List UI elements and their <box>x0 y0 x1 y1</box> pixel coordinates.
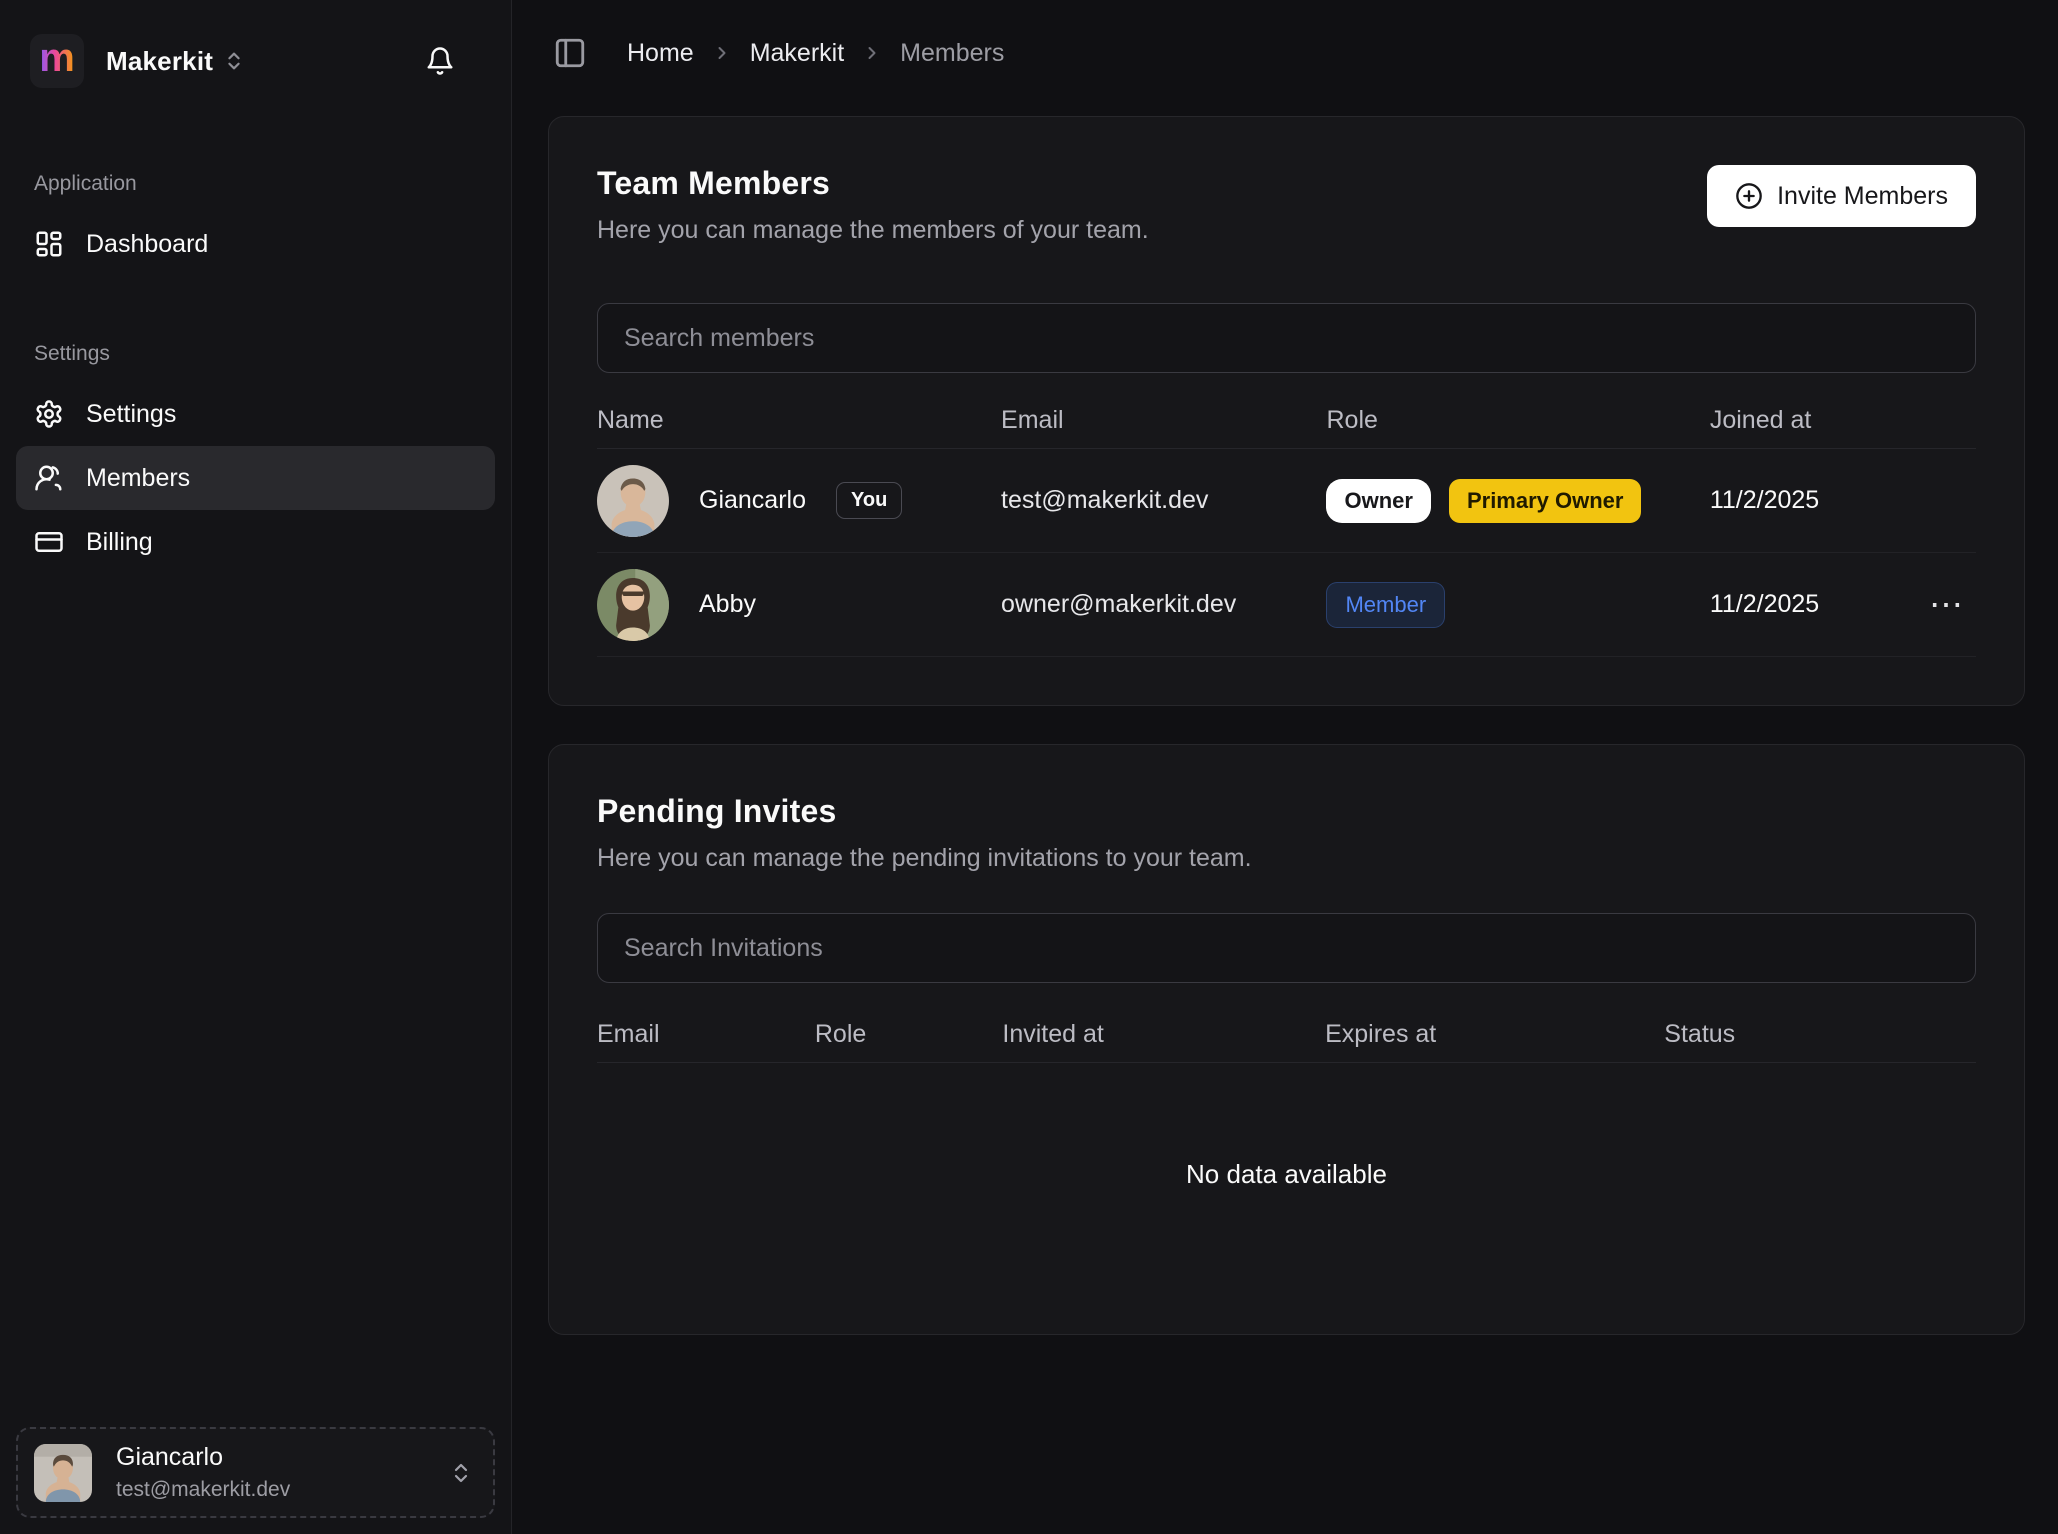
column-header-invited: Invited at <box>1002 1020 1325 1049</box>
member-name: Abby <box>699 590 756 619</box>
sidebar-item-billing[interactable]: Billing <box>16 510 495 574</box>
sidebar-item-label: Dashboard <box>86 230 208 259</box>
joined-date: 11/2/2025 <box>1710 486 1911 515</box>
role-badge-primary-owner: Primary Owner <box>1449 479 1642 523</box>
workspace-selector-icon[interactable] <box>223 50 245 72</box>
sidebar-nav: Application Dashboard Settings Settings <box>0 172 511 574</box>
card-description: Here you can manage the pending invitati… <box>597 844 1252 873</box>
chevron-right-icon <box>712 43 732 63</box>
user-name: Giancarlo <box>116 1443 290 1472</box>
breadcrumb-makerkit[interactable]: Makerkit <box>750 39 844 68</box>
invites-table-header: Email Role Invited at Expires at Status <box>597 1007 1976 1063</box>
sidebar-item-label: Members <box>86 464 190 493</box>
sidebar-item-dashboard[interactable]: Dashboard <box>16 212 495 276</box>
sidebar-item-settings[interactable]: Settings <box>16 382 495 446</box>
column-header-email: Email <box>1001 406 1326 435</box>
column-header-name: Name <box>597 406 1001 435</box>
invite-members-button[interactable]: Invite Members <box>1707 165 1976 227</box>
notifications-bell-icon[interactable] <box>425 46 455 76</box>
users-icon <box>34 463 64 493</box>
breadcrumb-home[interactable]: Home <box>627 39 694 68</box>
sidebar-toggle-icon[interactable] <box>553 36 587 70</box>
search-invitations-input[interactable] <box>597 913 1976 983</box>
member-name: Giancarlo <box>699 486 806 515</box>
section-label: Application <box>34 172 495 196</box>
role-badge-owner: Owner <box>1326 479 1430 523</box>
nav-section-settings: Settings Settings Members <box>16 342 495 574</box>
joined-date: 11/2/2025 <box>1710 590 1911 619</box>
row-actions-menu-button[interactable]: ⋯ <box>1919 582 1976 628</box>
section-label: Settings <box>34 342 495 366</box>
dashboard-icon <box>34 229 64 259</box>
main-content: Home Makerkit Members Team Members Here … <box>512 0 2058 1534</box>
page-title: Team Members <box>597 165 1149 202</box>
section-title: Pending Invites <box>597 793 1252 830</box>
column-header-joined: Joined at <box>1710 406 1911 435</box>
members-table: Name Email Role Joined at Giancarlo You … <box>597 393 1976 657</box>
sidebar-item-members[interactable]: Members <box>16 446 495 510</box>
sidebar-item-label: Settings <box>86 400 176 429</box>
column-header-email: Email <box>597 1020 815 1049</box>
chevron-right-icon <box>862 43 882 63</box>
nav-section-application: Application Dashboard <box>16 172 495 276</box>
pending-invites-card: Pending Invites Here you can manage the … <box>548 744 2025 1335</box>
column-header-expires: Expires at <box>1325 1020 1664 1049</box>
member-email: owner@makerkit.dev <box>1001 590 1326 619</box>
sidebar-item-label: Billing <box>86 528 153 557</box>
sidebar-header: m Makerkit <box>0 0 511 88</box>
table-row: Giancarlo You test@makerkit.dev Owner Pr… <box>597 449 1976 553</box>
user-menu[interactable]: Giancarlo test@makerkit.dev <box>16 1427 495 1518</box>
card-description: Here you can manage the members of your … <box>597 216 1149 245</box>
sidebar: m Makerkit Application Dashboard <box>0 0 512 1534</box>
avatar <box>597 569 669 641</box>
gear-icon <box>34 399 64 429</box>
role-badge-member: Member <box>1326 582 1445 628</box>
circle-plus-icon <box>1735 182 1763 210</box>
team-members-card: Team Members Here you can manage the mem… <box>548 116 2025 706</box>
logo-letter: m <box>39 38 75 78</box>
members-table-header: Name Email Role Joined at <box>597 393 1976 449</box>
column-header-status: Status <box>1664 1020 1976 1049</box>
avatar <box>597 465 669 537</box>
breadcrumb: Home Makerkit Members <box>548 36 2025 70</box>
makerkit-logo[interactable]: m <box>30 34 84 88</box>
you-badge: You <box>836 482 902 519</box>
member-email: test@makerkit.dev <box>1001 486 1326 515</box>
chevrons-up-down-icon <box>449 1461 473 1485</box>
invites-table: Email Role Invited at Expires at Status … <box>597 1007 1976 1286</box>
user-email: test@makerkit.dev <box>116 1478 290 1502</box>
search-members-input[interactable] <box>597 303 1976 373</box>
breadcrumb-members: Members <box>900 39 1004 68</box>
column-header-role: Role <box>1326 406 1709 435</box>
app-window: m Makerkit Application Dashboard <box>0 0 2058 1534</box>
workspace-name: Makerkit <box>106 46 213 77</box>
credit-card-icon <box>34 527 64 557</box>
empty-state-text: No data available <box>597 1063 1976 1286</box>
table-row: Abby owner@makerkit.dev Member 11/2/2025… <box>597 553 1976 657</box>
user-avatar <box>34 1444 92 1502</box>
column-header-role: Role <box>815 1020 1003 1049</box>
